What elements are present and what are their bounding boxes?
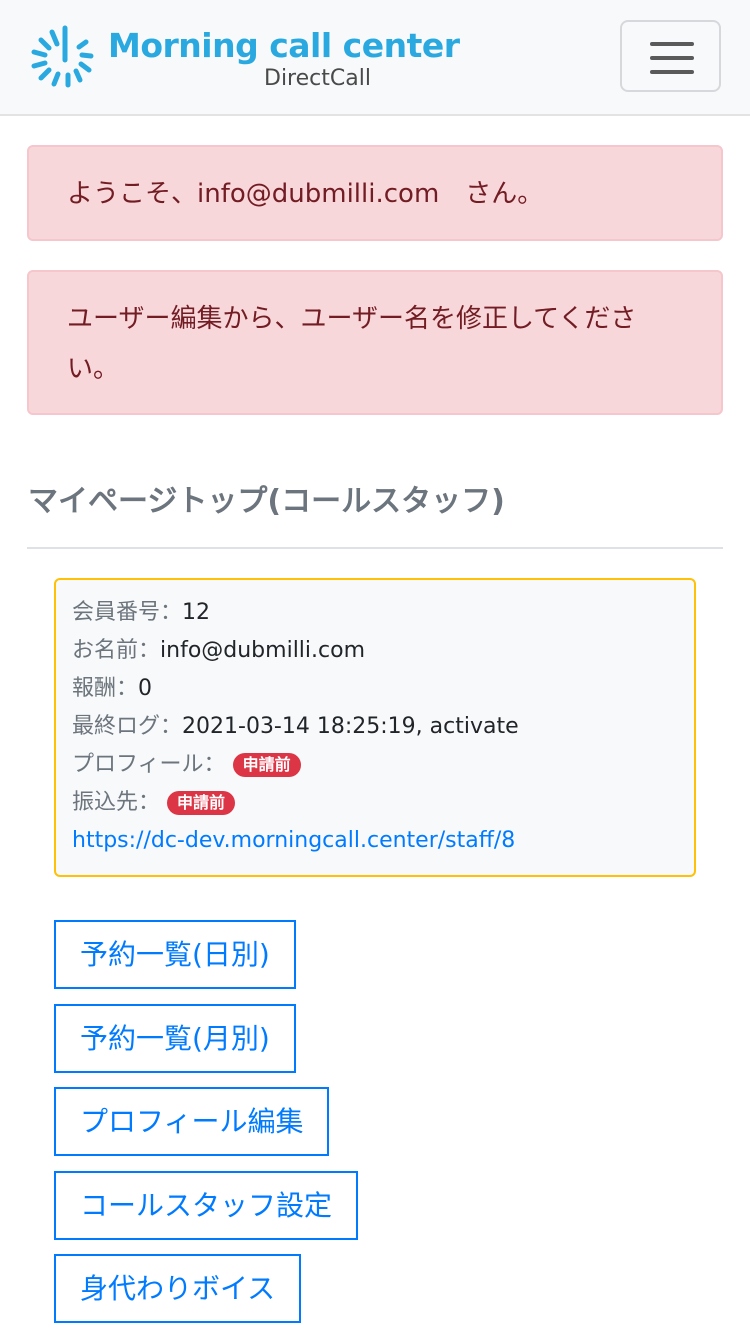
- last-log-label: 最終ログ：: [72, 714, 183, 739]
- navbar: Morning call center DirectCall: [0, 0, 750, 116]
- bank-status-badge: 申請前: [167, 791, 236, 815]
- member-number-row: 会員番号：12: [72, 594, 678, 632]
- divider: [27, 547, 723, 549]
- sunburst-icon: [31, 25, 94, 88]
- reward-label: 報酬：: [72, 676, 139, 701]
- last-log-value: 2021-03-14 18:25:19, activate: [182, 714, 519, 739]
- hamburger-icon: [650, 56, 694, 60]
- name-label: お名前：: [72, 638, 161, 663]
- profile-status-badge: 申請前: [232, 753, 301, 777]
- profile-edit-button[interactable]: プロフィール編集: [54, 1087, 330, 1156]
- profile-label: プロフィール：: [72, 752, 226, 777]
- member-number-label: 会員番号：: [72, 600, 183, 625]
- staff-url-link[interactable]: https://dc-dev.morningcall.center/staff/…: [72, 828, 515, 853]
- last-log-row: 最終ログ：2021-03-14 18:25:19, activate: [72, 708, 678, 746]
- reward-row: 報酬：0: [72, 670, 678, 708]
- hamburger-icon: [650, 42, 694, 46]
- reward-value: 0: [138, 676, 153, 701]
- page-title: マイページトップ(コールスタッフ): [28, 484, 505, 519]
- bank-row: 振込先： 申請前: [72, 784, 678, 822]
- reservations-daily-button[interactable]: 予約一覧(日別): [54, 920, 296, 989]
- welcome-alert: ようこそ、info@dubmilli.com さん。: [27, 145, 723, 241]
- substitute-voice-button[interactable]: 身代わりボイス: [54, 1254, 302, 1323]
- username-alert: ユーザー編集から、ユーザー名を修正してください。: [27, 270, 723, 415]
- menu-toggle-button[interactable]: [620, 20, 721, 92]
- member-number-value: 12: [182, 600, 211, 625]
- name-row: お名前：info@dubmilli.com: [72, 632, 678, 670]
- name-value: info@dubmilli.com: [160, 638, 366, 663]
- brand-subtitle: DirectCall: [264, 66, 371, 91]
- call-staff-settings-button[interactable]: コールスタッフ設定: [54, 1171, 359, 1240]
- staff-url-row: https://dc-dev.morningcall.center/staff/…: [72, 822, 678, 860]
- bank-label: 振込先：: [72, 790, 161, 815]
- hamburger-icon: [650, 70, 694, 74]
- profile-row: プロフィール： 申請前: [72, 746, 678, 784]
- reservations-monthly-button[interactable]: 予約一覧(月別): [54, 1004, 296, 1073]
- brand-title: Morning call center: [108, 26, 460, 65]
- member-info-box: 会員番号：12 お名前：info@dubmilli.com 報酬：0 最終ログ：…: [54, 578, 696, 877]
- brand-link[interactable]: Morning call center DirectCall: [28, 24, 460, 94]
